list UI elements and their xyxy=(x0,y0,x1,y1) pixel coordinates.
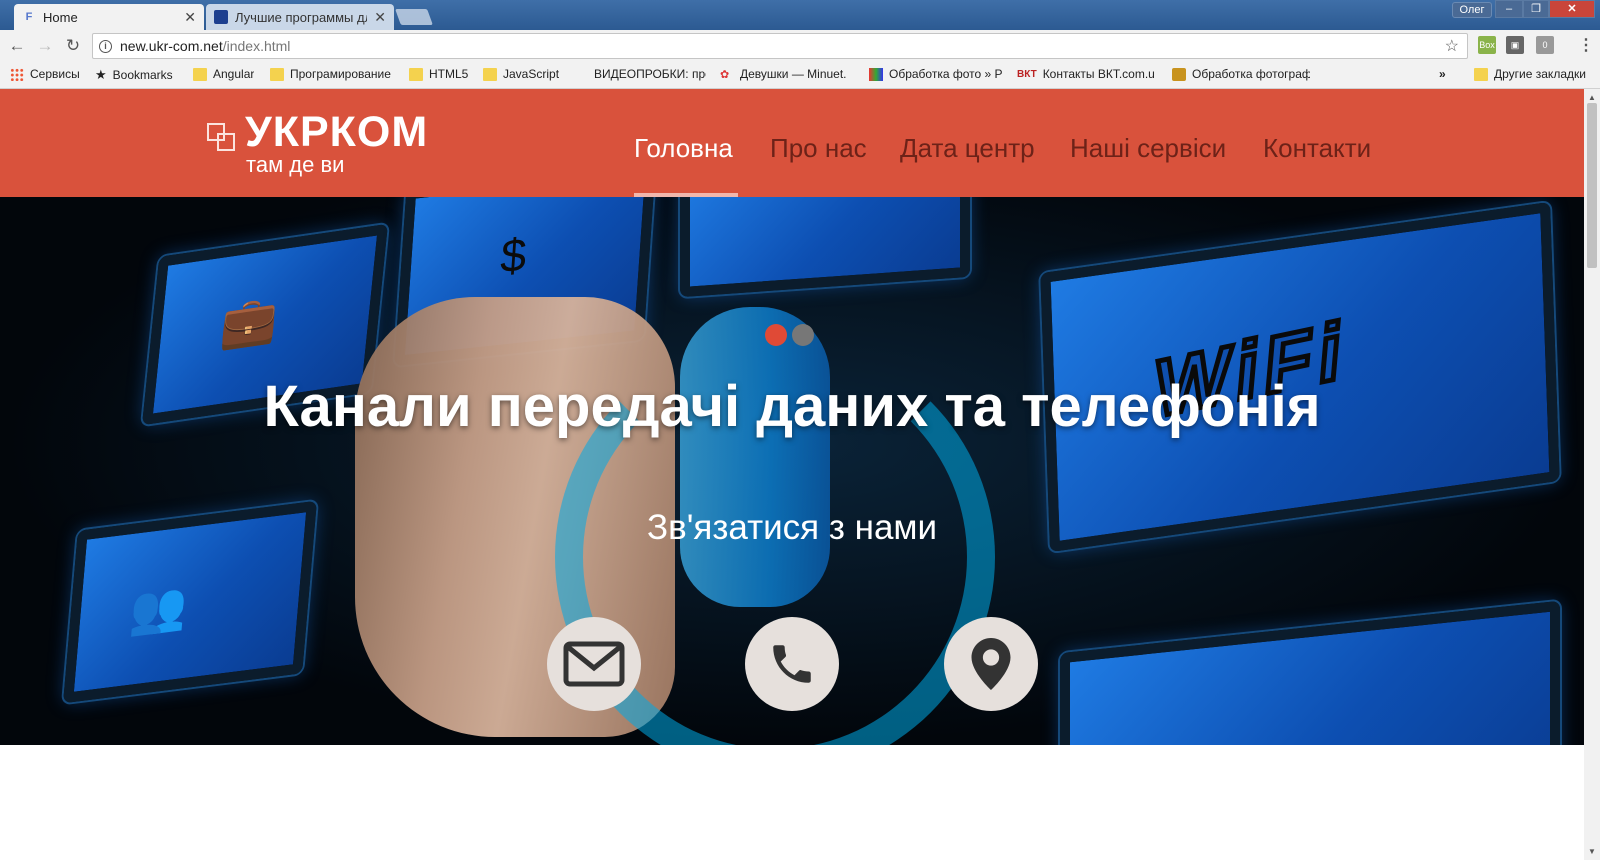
folder-icon xyxy=(483,67,497,81)
envelope-icon xyxy=(563,641,625,687)
photo-edit-icon xyxy=(1172,67,1186,81)
page-favicon-icon: F xyxy=(25,11,33,23)
apps-icon xyxy=(10,67,24,81)
bookmark-star-icon[interactable]: ☆ xyxy=(1445,36,1459,56)
briefcase-icon: 💼 xyxy=(218,290,281,352)
folder-icon xyxy=(270,67,284,81)
nav-about[interactable]: Про нас xyxy=(770,133,867,164)
map-pin-icon xyxy=(971,638,1011,690)
bookmark-folder[interactable]: JavaScript xyxy=(483,67,559,81)
bookmark-item[interactable]: Обработка фотограф xyxy=(1172,67,1310,81)
email-button[interactable] xyxy=(547,617,641,711)
bookmark-item[interactable]: ★ Bookmarks xyxy=(95,67,173,83)
folder-icon xyxy=(409,67,423,81)
site-header: УКРКОМ там де ви Головна Про нас Дата це… xyxy=(0,89,1584,197)
browser-titlebar: F Home ✕ Лучшие программы для ✕ Олег – ❐… xyxy=(0,0,1600,30)
bookmark-folder[interactable]: HTML5 xyxy=(409,67,468,81)
bookmark-item[interactable]: ВИДЕОПРОБКИ: про xyxy=(594,67,706,81)
monitor-favicon-icon xyxy=(214,10,228,24)
people-chat-icon: 👥 xyxy=(127,577,190,638)
scrollbar-thumb[interactable] xyxy=(1587,103,1597,268)
bookmark-folder[interactable]: Angular xyxy=(193,67,254,81)
tab-title: Лучшие программы для xyxy=(235,9,368,25)
slider-dot[interactable] xyxy=(792,324,814,346)
browser-toolbar: ← → ↻ i new.ukr-com.net/index.html ☆ Box… xyxy=(0,30,1600,62)
info-icon[interactable]: i xyxy=(99,39,112,53)
hero-monitor xyxy=(680,197,970,298)
bookmark-folder[interactable]: Програмирование xyxy=(270,67,391,81)
close-tab-icon[interactable]: ✕ xyxy=(374,9,386,26)
tab-programs[interactable]: Лучшие программы для ✕ xyxy=(206,4,394,30)
close-tab-icon[interactable]: ✕ xyxy=(184,9,196,26)
forward-arrow-icon[interactable]: → xyxy=(34,35,56,57)
bookmark-item[interactable]: ✿ Девушки — Minuet. xyxy=(720,67,855,81)
site-tagline: там де ви xyxy=(246,152,345,177)
new-tab-button[interactable] xyxy=(395,9,433,25)
minimize-button[interactable]: – xyxy=(1495,0,1523,18)
bkt-icon: ВКТ xyxy=(1017,68,1037,80)
other-bookmarks-folder[interactable]: Другие закладки xyxy=(1474,67,1586,81)
tab-home[interactable]: F Home ✕ xyxy=(14,4,204,30)
bookmark-item[interactable]: Обработка фото » Р xyxy=(869,67,1007,81)
page-scrollbar[interactable]: ▲ ▼ xyxy=(1584,89,1600,860)
profile-button[interactable]: Олег xyxy=(1452,2,1492,18)
page-viewport: УКРКОМ там де ви Головна Про нас Дата це… xyxy=(0,89,1584,860)
folder-icon xyxy=(193,67,207,81)
logo-squares-icon xyxy=(207,123,235,151)
nav-datacenter[interactable]: Дата центр xyxy=(900,133,1035,164)
hero-title: Канали передачі даних та телефонія xyxy=(263,374,1321,439)
extension-counter-icon[interactable]: 0 xyxy=(1536,36,1554,54)
hero-subtitle: Зв'язатися з нами xyxy=(646,508,938,547)
more-bookmarks-chevron[interactable]: » xyxy=(1439,67,1446,81)
hero-monitor xyxy=(1060,600,1560,745)
bookmarks-bar: Сервисы ★ Bookmarks Angular Програмирован… xyxy=(0,62,1600,89)
bookmark-item[interactable]: ВКТ Контакты ВКТ.com.u xyxy=(1017,67,1157,81)
box-extension-icon[interactable]: Box xyxy=(1478,36,1496,54)
tab-title: Home xyxy=(43,9,78,25)
close-window-button[interactable]: ✕ xyxy=(1549,0,1595,18)
scroll-down-arrow-icon[interactable]: ▼ xyxy=(1588,847,1596,856)
back-arrow-icon[interactable]: ← xyxy=(6,35,28,57)
money-idea-icon: $ xyxy=(498,227,529,283)
phone-button[interactable] xyxy=(745,617,839,711)
site-logo[interactable]: УКРКОМ xyxy=(245,108,428,156)
reload-icon[interactable]: ↻ xyxy=(62,35,84,57)
folder-icon xyxy=(1474,67,1488,81)
slider-dot-active[interactable] xyxy=(765,324,787,346)
hero-slider: 💼 $ WiFi 👥 Канали передачі даних та теле… xyxy=(0,197,1584,745)
nav-services[interactable]: Наші сервіси xyxy=(1070,133,1226,164)
minuet-icon: ✿ xyxy=(720,68,730,81)
url-text: new.ukr-com.net/index.html xyxy=(120,38,291,54)
nav-home[interactable]: Головна xyxy=(634,133,733,164)
bookmark-item[interactable]: Сервисы xyxy=(10,67,80,81)
browser-menu-icon[interactable]: ⋮ xyxy=(1578,35,1594,55)
address-bar[interactable]: i new.ukr-com.net/index.html ☆ xyxy=(92,33,1468,59)
star-icon: ★ xyxy=(95,67,107,82)
photo-icon xyxy=(869,67,883,81)
extension-icon[interactable]: ▣ xyxy=(1506,36,1524,54)
scroll-up-arrow-icon[interactable]: ▲ xyxy=(1588,93,1596,102)
nav-contacts[interactable]: Контакти xyxy=(1263,133,1371,164)
maximize-button[interactable]: ❐ xyxy=(1523,0,1549,18)
location-button[interactable] xyxy=(944,617,1038,711)
phone-icon xyxy=(773,645,811,683)
